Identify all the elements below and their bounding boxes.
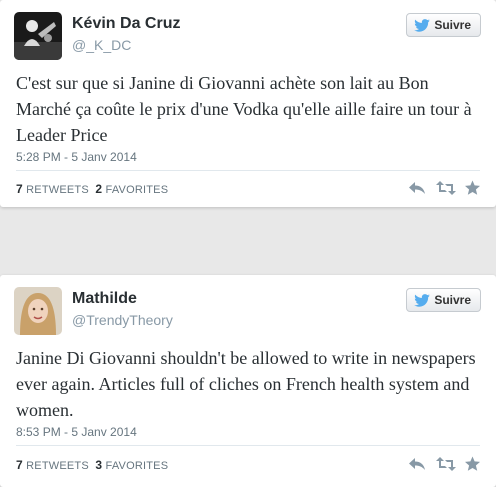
tweet-text: Janine Di Giovanni shouldn't be allowed … [16, 348, 476, 420]
follow-button[interactable]: Suivre [406, 288, 481, 312]
favorite-star-icon[interactable] [464, 456, 482, 472]
tweet-stats: 7 RETWEETS 3 FAVORITES [16, 458, 168, 472]
favorites-label[interactable]: FAVORITES [106, 184, 169, 196]
favorite-star-icon[interactable] [464, 180, 482, 196]
retweet-icon[interactable] [436, 180, 456, 196]
follow-label: Suivre [434, 18, 471, 32]
tweet-actions [408, 456, 482, 472]
follow-label: Suivre [434, 293, 471, 307]
tweet-actions [408, 180, 482, 196]
avatar[interactable] [14, 12, 62, 60]
user-handle[interactable]: @_K_DC [72, 37, 131, 53]
follow-button[interactable]: Suivre [406, 13, 481, 37]
retweets-count[interactable]: 7 [16, 182, 23, 196]
retweet-icon[interactable] [436, 456, 456, 472]
reply-icon[interactable] [408, 180, 426, 196]
divider [16, 445, 480, 446]
tweet-timestamp[interactable]: 8:53 PM - 5 Janv 2014 [16, 425, 137, 439]
tweet-stats: 7 RETWEETS 2 FAVORITES [16, 182, 168, 196]
tweet-timestamp[interactable]: 5:28 PM - 5 Janv 2014 [16, 150, 137, 164]
retweets-label[interactable]: RETWEETS [26, 460, 89, 472]
retweets-label[interactable]: RETWEETS [26, 184, 89, 196]
tweet-card: Kévin Da Cruz @_K_DC Suivre C'est sur qu… [0, 0, 496, 207]
twitter-bird-icon [414, 293, 431, 307]
avatar[interactable] [14, 287, 62, 335]
user-name[interactable]: Kévin Da Cruz [72, 15, 180, 33]
user-handle[interactable]: @TrendyTheory [72, 312, 173, 328]
divider [16, 170, 480, 171]
user-name[interactable]: Mathilde [72, 290, 137, 308]
reply-icon[interactable] [408, 456, 426, 472]
tweet-card: Mathilde @TrendyTheory Suivre Janine Di … [0, 275, 496, 487]
twitter-bird-icon [414, 18, 431, 32]
favorites-count[interactable]: 2 [95, 182, 102, 196]
retweets-count[interactable]: 7 [16, 458, 23, 472]
favorites-label[interactable]: FAVORITES [106, 460, 169, 472]
tweet-text: C'est sur que si Janine di Giovanni achè… [16, 73, 472, 145]
favorites-count[interactable]: 3 [95, 458, 102, 472]
